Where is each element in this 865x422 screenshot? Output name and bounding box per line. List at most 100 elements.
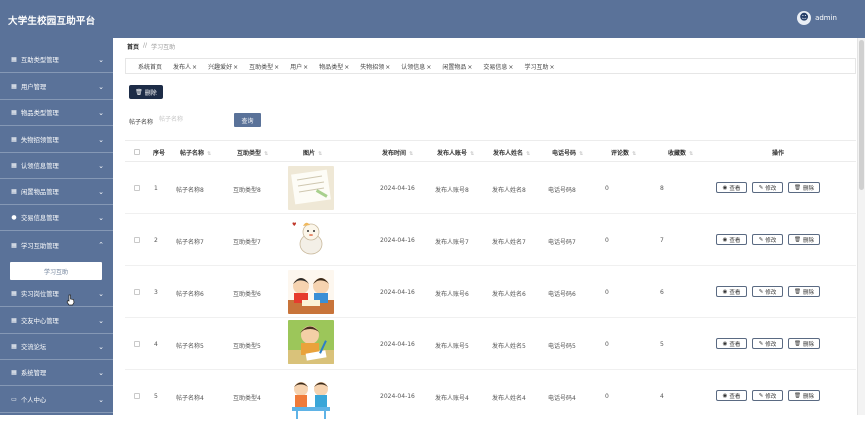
tab-idle-items[interactable]: 闲置物品×	[442, 62, 472, 71]
close-icon[interactable]: ×	[426, 64, 431, 71]
sidebar-item-personal-center[interactable]: ▭ 个人中心 ⌄	[0, 387, 113, 413]
sidebar-item-label: 实习岗位管理	[21, 291, 59, 298]
close-icon[interactable]: ×	[233, 64, 238, 71]
edit-button[interactable]: ✎ 修改	[752, 286, 783, 297]
sidebar-item-users[interactable]: ▦ 用户管理 ⌄	[0, 74, 113, 100]
batch-delete-button[interactable]: 🗑 删除	[129, 85, 163, 99]
tab-claims[interactable]: 认领信息×	[401, 62, 431, 71]
view-button[interactable]: ◉ 查看	[716, 338, 747, 349]
view-button[interactable]: ◉ 查看	[716, 286, 747, 297]
breadcrumb-home[interactable]: 首页	[127, 42, 139, 51]
edit-button[interactable]: ✎ 修改	[752, 338, 783, 349]
view-button[interactable]: ◉ 查看	[716, 234, 747, 245]
delete-button[interactable]: 🗑 删除	[788, 182, 820, 193]
row-image[interactable]	[288, 320, 334, 364]
column-label: 电话号码	[552, 150, 577, 157]
sidebar-item-transactions[interactable]: ● 交易信息管理 ⌄	[0, 205, 113, 231]
edit-button[interactable]: ✎ 修改	[752, 182, 783, 193]
column-header[interactable]: 帖子名称 ⇅	[180, 148, 211, 157]
sidebar-item-claims[interactable]: ▦ 认领信息管理 ⌄	[0, 153, 113, 179]
sort-icon[interactable]: ⇅	[318, 151, 322, 157]
close-icon[interactable]: ×	[467, 64, 472, 71]
row-checkbox[interactable]	[134, 185, 140, 191]
tab-hobbies[interactable]: 兴趣爱好×	[208, 62, 238, 71]
tab-study-help[interactable]: 学习互助×	[524, 62, 554, 71]
row-image[interactable]	[288, 375, 334, 419]
tab-user[interactable]: 用户×	[290, 62, 308, 71]
delete-button[interactable]: 🗑 删除	[788, 286, 820, 297]
tab-label: 学习互助	[524, 63, 549, 71]
sort-icon[interactable]: ⇅	[579, 151, 583, 157]
sort-icon[interactable]: ⇅	[526, 151, 530, 157]
vertical-scrollbar[interactable]	[857, 38, 865, 415]
sidebar-item-system[interactable]: ▦ 系统管理 ⌄	[0, 360, 113, 386]
row-checkbox[interactable]	[134, 393, 140, 399]
sidebar-item-forum[interactable]: ▦ 交流论坛 ⌄	[0, 334, 113, 360]
close-icon[interactable]: ×	[385, 64, 390, 71]
sidebar-item-lost-found[interactable]: ▦ 失物招领管理 ⌄	[0, 127, 113, 153]
delete-button[interactable]: 🗑 删除	[788, 234, 820, 245]
edit-icon: ✎	[758, 340, 764, 347]
row-date: 2024-04-16	[380, 185, 415, 192]
delete-button[interactable]: 🗑 删除	[788, 390, 820, 401]
scrollbar-thumb[interactable]	[859, 40, 864, 190]
column-header[interactable]: 评论数 ⇅	[611, 148, 636, 157]
column-header[interactable]: 收藏数 ⇅	[668, 148, 693, 157]
row-checkbox[interactable]	[134, 289, 140, 295]
tab-transactions[interactable]: 交易信息×	[483, 62, 513, 71]
tab-label: 互助类型	[249, 63, 274, 71]
edit-button[interactable]: ✎ 修改	[752, 390, 783, 401]
row-image[interactable]	[288, 166, 334, 210]
close-icon[interactable]: ×	[192, 64, 197, 71]
sidebar-item-friends[interactable]: ▦ 交友中心管理 ⌄	[0, 308, 113, 334]
row-name: 发布人姓名7	[492, 239, 526, 246]
sidebar-item-mutual-aid-types[interactable]: ▦ 互助类型管理 ⌄	[0, 47, 113, 73]
search-button[interactable]: 查询	[234, 113, 261, 127]
column-header[interactable]: 发布人账号 ⇅	[437, 148, 474, 157]
select-all-checkbox[interactable]	[134, 149, 140, 155]
view-button[interactable]: ◉ 查看	[716, 390, 747, 401]
edit-button[interactable]: ✎ 修改	[752, 234, 783, 245]
user-menu[interactable]: ☻ admin	[797, 11, 837, 25]
sidebar-item-study-help[interactable]: ▦ 学习互助管理 ⌃	[0, 232, 113, 258]
row-image[interactable]: ♥	[288, 218, 334, 262]
close-icon[interactable]: ×	[549, 64, 554, 71]
view-button[interactable]: ◉ 查看	[716, 182, 747, 193]
sidebar-item-item-types[interactable]: ▦ 物品类型管理 ⌄	[0, 100, 113, 126]
search-input[interactable]	[159, 112, 227, 127]
row-index: 3	[154, 289, 158, 296]
tab-home[interactable]: 系统首页	[138, 62, 162, 71]
tab-mutual-aid-type[interactable]: 互助类型×	[249, 62, 279, 71]
column-header[interactable]: 互助类型 ⇅	[237, 148, 268, 157]
sidebar-item-idle-items[interactable]: ▦ 闲置物品管理 ⌄	[0, 179, 113, 205]
tab-lost-found[interactable]: 失物招领×	[360, 62, 390, 71]
row-title: 帖子名称5	[176, 343, 204, 350]
row-checkbox[interactable]	[134, 341, 140, 347]
sidebar-item-internships[interactable]: ▦ 实习岗位管理 ⌄	[0, 281, 113, 307]
tab-publisher[interactable]: 发布人×	[173, 62, 197, 71]
sidebar-subitem-study-help[interactable]: 学习互助	[10, 262, 102, 280]
row-type: 互助类型8	[233, 187, 261, 194]
column-header[interactable]: 图片 ⇅	[303, 148, 322, 157]
delete-button[interactable]: 🗑 删除	[788, 338, 820, 349]
edit-icon: ✎	[758, 392, 764, 399]
sort-icon[interactable]: ⇅	[689, 151, 693, 157]
column-label: 发布时间	[382, 150, 407, 157]
row-checkbox[interactable]	[134, 237, 140, 243]
table-row: 1 帖子名称8 互助类型8 2024-04-16 发布人账号8 发布人姓名8 电…	[125, 163, 856, 214]
close-icon[interactable]: ×	[303, 64, 308, 71]
close-icon[interactable]: ×	[274, 64, 279, 71]
sort-icon[interactable]: ⇅	[207, 151, 211, 157]
sort-icon[interactable]: ⇅	[470, 151, 474, 157]
close-icon[interactable]: ×	[344, 64, 349, 71]
column-header[interactable]: 电话号码 ⇅	[552, 148, 583, 157]
sort-icon[interactable]: ⇅	[264, 151, 268, 157]
sort-icon[interactable]: ⇅	[409, 151, 413, 157]
sort-icon[interactable]: ⇅	[632, 151, 636, 157]
column-header[interactable]: 发布时间 ⇅	[382, 148, 413, 157]
tab-item-type[interactable]: 物品类型×	[319, 62, 349, 71]
close-icon[interactable]: ×	[508, 64, 513, 71]
column-header[interactable]: 序号	[153, 148, 165, 157]
column-header[interactable]: 发布人姓名 ⇅	[493, 148, 530, 157]
row-image[interactable]	[288, 270, 334, 314]
